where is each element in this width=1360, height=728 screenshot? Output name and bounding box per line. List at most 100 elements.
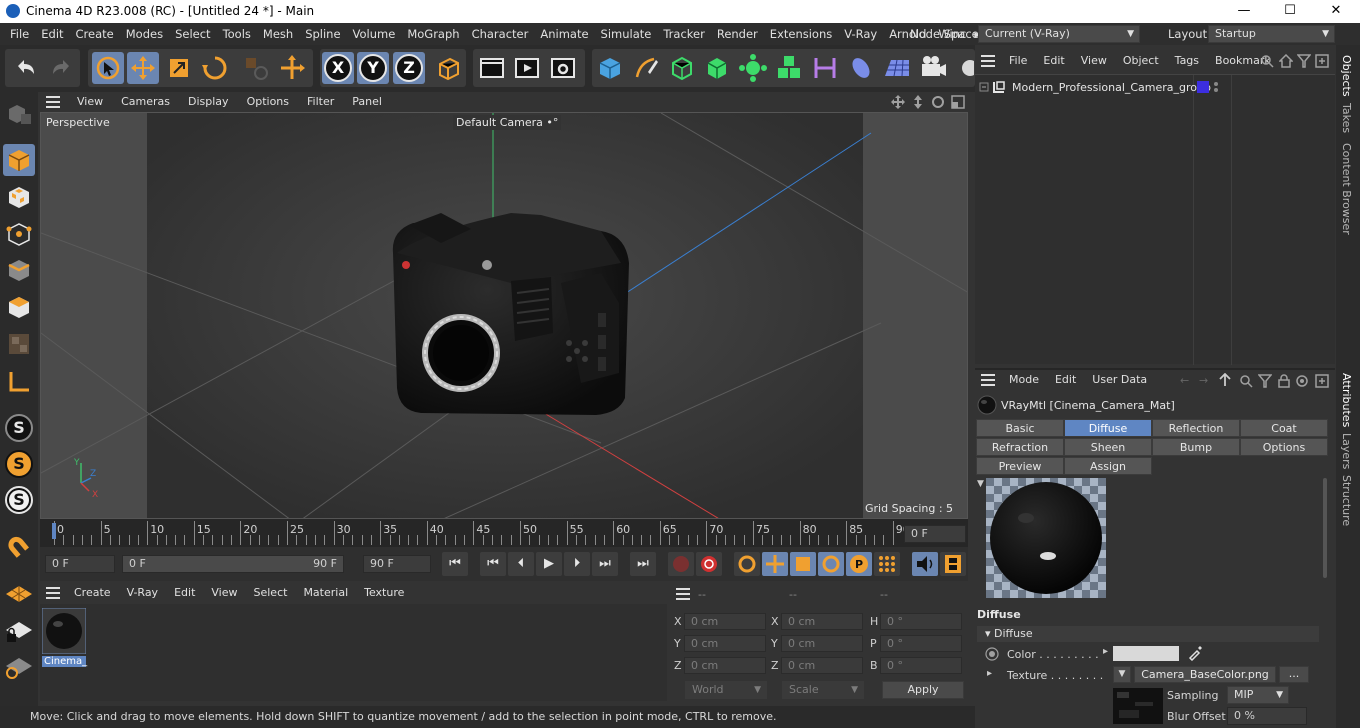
field-capsule-icon[interactable] — [845, 52, 877, 84]
record-active-icon[interactable] — [668, 552, 694, 576]
menu-animate[interactable]: Animate — [534, 23, 594, 45]
previous-key-icon[interactable]: ⏮ — [480, 552, 506, 576]
extrude-icon[interactable] — [701, 52, 733, 84]
color-swatch[interactable] — [1113, 646, 1179, 661]
visibility-dots-icon[interactable] — [1213, 80, 1219, 94]
collapse-toggle-icon[interactable] — [979, 82, 989, 92]
scale-key-icon[interactable] — [790, 552, 816, 576]
workplane-icon[interactable] — [3, 578, 35, 610]
texture-mode-icon[interactable] — [3, 181, 35, 213]
rotate-view-icon[interactable] — [931, 95, 945, 109]
hamburger-menu-icon[interactable] — [676, 588, 690, 600]
menu-modes[interactable]: Modes — [120, 23, 169, 45]
rotation-key-icon[interactable] — [818, 552, 844, 576]
menu-render[interactable]: Render — [711, 23, 764, 45]
scale-tool-icon[interactable] — [163, 52, 195, 84]
new-window-icon[interactable] — [1315, 54, 1329, 68]
dolly-view-icon[interactable] — [911, 95, 925, 109]
material-menu-view[interactable]: View — [203, 582, 245, 604]
tree-row[interactable]: Modern_Professional_Camera_group — [975, 78, 1335, 96]
tab-reflection[interactable]: Reflection — [1152, 419, 1240, 437]
pos-z-field[interactable]: 0 cm — [684, 657, 766, 674]
point-level-animation-icon[interactable] — [874, 552, 900, 576]
next-frame-icon[interactable]: ⏵ — [564, 552, 590, 576]
attributes-scrollbar[interactable] — [1323, 478, 1327, 578]
move-tool-icon[interactable] — [127, 52, 159, 84]
material-swatch[interactable]: Cinema_ — [42, 608, 87, 670]
viewport-menu-cameras[interactable]: Cameras — [112, 92, 179, 112]
render-view-icon[interactable] — [476, 52, 508, 84]
go-to-end-icon[interactable]: ⏭ — [630, 552, 656, 576]
maximize-button[interactable]: ☐ — [1267, 0, 1313, 23]
polygons-mode-icon[interactable] — [3, 291, 35, 323]
tab-sheen[interactable]: Sheen — [1064, 438, 1152, 456]
live-selection-icon[interactable] — [92, 52, 124, 84]
viewport-menu-panel[interactable]: Panel — [343, 92, 391, 112]
snap-toggle-button[interactable]: S — [3, 412, 35, 444]
solo-mode-button[interactable]: S — [3, 448, 35, 480]
collapse-preview-icon[interactable]: ▼ — [977, 479, 984, 489]
search-icon[interactable] — [1260, 54, 1274, 68]
playhead[interactable] — [52, 523, 56, 539]
hamburger-menu-icon[interactable] — [40, 96, 68, 108]
target-icon[interactable] — [1295, 374, 1309, 388]
render-to-picture-viewer-icon[interactable] — [511, 52, 543, 84]
material-menu-create[interactable]: Create — [66, 582, 119, 604]
recent-tools-icon[interactable] — [240, 52, 272, 84]
toggle-view-icon[interactable] — [951, 95, 965, 109]
viewport-menu-options[interactable]: Options — [238, 92, 298, 112]
layer-color-swatch[interactable] — [1197, 81, 1209, 93]
color-expand-icon[interactable]: ▸ — [1103, 646, 1108, 657]
blur-offset-field[interactable]: 0 % — [1227, 707, 1307, 725]
eyedropper-icon[interactable] — [1187, 645, 1203, 661]
attributes-menu-user-data[interactable]: User Data — [1084, 369, 1155, 391]
coordinate-space-dropdown[interactable]: World ▼ — [685, 681, 767, 699]
rotate-tool-icon[interactable] — [199, 52, 231, 84]
material-menu-texture[interactable]: Texture — [356, 582, 412, 604]
active-camera-label[interactable]: Default Camera •° — [453, 115, 562, 130]
back-arrow-icon[interactable]: ← — [1180, 374, 1189, 387]
tab-coat[interactable]: Coat — [1240, 419, 1328, 437]
tab-preview-settings[interactable]: Preview Settings — [976, 457, 1064, 491]
tab-content-browser[interactable]: Content Browser — [1340, 143, 1353, 235]
x-axis-lock-button[interactable]: X — [322, 52, 354, 84]
deformer-icon[interactable] — [809, 52, 841, 84]
model-mode-icon[interactable] — [3, 144, 35, 176]
forward-arrow-icon[interactable]: → — [1199, 374, 1208, 387]
end-frame-field[interactable]: 90 F — [363, 555, 431, 573]
viewport-menu-filter[interactable]: Filter — [298, 92, 343, 112]
tab-basic[interactable]: Basic — [976, 419, 1064, 437]
previous-frame-icon[interactable]: ⏴ — [508, 552, 534, 576]
filter-icon[interactable] — [1258, 374, 1272, 388]
current-frame-field[interactable]: 0 F — [904, 525, 966, 543]
up-arrow-icon[interactable] — [1219, 373, 1231, 387]
position-key-icon[interactable] — [762, 552, 788, 576]
menu-file[interactable]: File — [4, 23, 35, 45]
menu-vray[interactable]: V-Ray — [838, 23, 883, 45]
rot-h-field[interactable]: 0 ° — [880, 613, 962, 630]
keyframe-selection-icon[interactable] — [734, 552, 760, 576]
material-menu-material[interactable]: Material — [295, 582, 356, 604]
filter-icon[interactable] — [1297, 54, 1311, 68]
color-keyframe-icon[interactable] — [985, 647, 999, 661]
menu-character[interactable]: Character — [466, 23, 535, 45]
menu-select[interactable]: Select — [169, 23, 216, 45]
size-x-field[interactable]: 0 cm — [781, 613, 863, 630]
locked-workplane-icon[interactable] — [3, 614, 35, 646]
close-button[interactable]: ✕ — [1313, 0, 1359, 23]
timeline-ruler[interactable]: 0 5 10 15 20 25 30 35 40 45 50 55 60 65 70 75 80 85 90 0 F — [40, 519, 968, 547]
y-axis-lock-button[interactable]: Y — [357, 52, 389, 84]
object-menu-tags[interactable]: Tags — [1167, 50, 1207, 72]
cloner-icon[interactable] — [737, 52, 769, 84]
texture-expand-icon[interactable]: ▸ — [987, 668, 992, 679]
pos-x-field[interactable]: 0 cm — [684, 613, 766, 630]
camera-object-icon[interactable] — [918, 52, 950, 84]
texture-file-button[interactable]: Camera_BaseColor.png — [1134, 666, 1276, 683]
edges-mode-icon[interactable] — [3, 254, 35, 286]
tab-diffuse[interactable]: Diffuse — [1064, 419, 1152, 437]
tab-objects[interactable]: Objects — [1340, 55, 1353, 97]
timeline-film-icon[interactable] — [940, 552, 966, 576]
texture-browse-button[interactable]: ... — [1279, 666, 1309, 683]
viewport-menu-view[interactable]: View — [68, 92, 112, 112]
rot-b-field[interactable]: 0 ° — [880, 657, 962, 674]
